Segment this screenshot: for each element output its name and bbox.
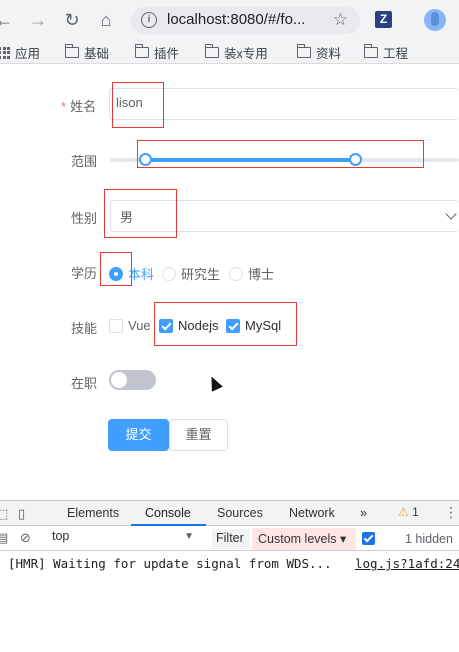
- address-bar[interactable]: i localhost:8080/#/fo... ☆: [131, 7, 360, 34]
- annotation-box-range: [137, 140, 424, 168]
- reset-button[interactable]: 重置: [169, 419, 228, 451]
- name-label: * 姓名: [61, 99, 97, 114]
- tab-network[interactable]: Network: [289, 506, 335, 520]
- radio-label: 研究生: [181, 267, 221, 282]
- submit-button[interactable]: 提交: [108, 419, 169, 451]
- bookmark-label: 应用: [15, 47, 41, 61]
- active-tab-indicator: [131, 524, 206, 526]
- context-value: top: [52, 529, 70, 543]
- employed-switch[interactable]: [109, 370, 156, 390]
- checkbox-vue[interactable]: Vue: [109, 318, 151, 333]
- device-toolbar-icon[interactable]: ▯: [18, 506, 25, 522]
- radio-dot: [109, 266, 123, 281]
- checkbox-box: [159, 318, 173, 333]
- console-message: [HMR] Waiting for update signal from WDS…: [8, 556, 332, 571]
- range-label: 范围: [71, 154, 98, 169]
- bookmark-label: 工程: [383, 47, 409, 61]
- bookmark-basics[interactable]: 基础: [64, 43, 110, 62]
- profile-avatar[interactable]: [424, 9, 446, 31]
- folder-icon: [134, 44, 149, 58]
- forward-arrow-icon[interactable]: →: [26, 8, 50, 32]
- filter-input[interactable]: Filter: [212, 529, 250, 549]
- tab-sources[interactable]: Sources: [217, 506, 263, 520]
- bookmark-label: 插件: [154, 47, 180, 61]
- checkbox-label: Vue: [128, 318, 151, 333]
- range-slider-handle-high[interactable]: [348, 153, 362, 166]
- browser-toolbar: ← → ↻ ⌂ i localhost:8080/#/fo... ☆ Z: [0, 0, 459, 40]
- log-levels-dropdown[interactable]: Custom levels ▾: [252, 528, 356, 550]
- chevron-down-icon: [445, 208, 457, 220]
- gender-label: 性别: [71, 211, 98, 226]
- radio-bachelor[interactable]: 本科: [109, 264, 154, 283]
- home-icon[interactable]: ⌂: [94, 8, 118, 32]
- bookmark-label: 装x专用: [224, 47, 268, 61]
- url-text[interactable]: localhost:8080/#/fo...: [167, 11, 305, 28]
- more-tabs-icon[interactable]: »: [360, 506, 367, 520]
- bookmarks-bar: 应用 基础 插件 装x专用 资料 工程: [0, 40, 459, 64]
- console-source-link[interactable]: log.js?1afd:24: [355, 556, 459, 571]
- bookmark-apps[interactable]: 应用: [0, 43, 40, 62]
- inspect-element-icon[interactable]: ⬚: [0, 506, 8, 522]
- folder-icon: [204, 44, 219, 58]
- radio-master[interactable]: 研究生: [162, 264, 220, 283]
- radio-doctor[interactable]: 博士: [229, 264, 274, 283]
- skills-label: 技能: [71, 321, 98, 336]
- checkbox-box: [109, 318, 123, 333]
- name-input[interactable]: lison: [109, 88, 459, 120]
- education-label: 学历: [71, 266, 98, 281]
- dropdown-arrow-icon: ▼: [184, 531, 194, 542]
- tab-elements[interactable]: Elements: [67, 506, 119, 520]
- range-slider-handle-low[interactable]: [138, 153, 152, 166]
- radio-dot: [162, 266, 176, 281]
- employed-label: 在职: [71, 376, 98, 391]
- folder-icon: [363, 44, 378, 58]
- radio-dot: [229, 266, 243, 281]
- radio-label: 本科: [128, 267, 155, 282]
- bookmark-materials[interactable]: 资料: [296, 43, 342, 62]
- warning-counter[interactable]: ⚠ 1: [398, 505, 419, 519]
- name-input-value: lison: [116, 95, 143, 110]
- bookmark-star-icon[interactable]: ☆: [333, 10, 348, 30]
- apps-grid-icon: [0, 46, 10, 59]
- gender-select[interactable]: 男: [110, 200, 459, 232]
- devtools-menu-icon[interactable]: ⋮: [444, 505, 458, 519]
- site-info-icon[interactable]: i: [141, 12, 157, 28]
- bookmark-zhuangx[interactable]: 装x专用: [204, 43, 268, 62]
- radio-label: 博士: [248, 267, 275, 282]
- bookmark-label: 资料: [316, 47, 342, 61]
- context-selector[interactable]: top ▼: [52, 529, 200, 549]
- folder-icon: [64, 44, 79, 58]
- checkbox-box: [226, 318, 240, 333]
- devtools-tab-bar: ⬚ ▯ Elements Console Sources Network »: [0, 500, 459, 526]
- tab-console[interactable]: Console: [145, 506, 191, 520]
- bookmark-projects[interactable]: 工程: [363, 43, 409, 62]
- bookmark-label: 基础: [84, 47, 110, 61]
- reload-icon[interactable]: ↻: [60, 8, 84, 32]
- bookmark-plugins[interactable]: 插件: [134, 43, 180, 62]
- sidebar-toggle-icon[interactable]: ▤: [0, 530, 8, 546]
- back-arrow-icon[interactable]: ←: [0, 8, 16, 32]
- checkbox-label: MySql: [245, 318, 282, 333]
- clear-console-icon[interactable]: ⊘: [20, 530, 31, 546]
- group-similar-checkbox[interactable]: [362, 532, 375, 545]
- hidden-messages-count: 1 hidden: [405, 532, 453, 546]
- warning-icon: ⚠: [398, 505, 409, 519]
- checkbox-label: Nodejs: [178, 318, 219, 333]
- mouse-cursor-icon: [206, 373, 223, 392]
- checkbox-nodejs[interactable]: Nodejs: [159, 318, 218, 333]
- checkbox-mysql[interactable]: MySql: [226, 318, 281, 333]
- gender-select-value: 男: [120, 210, 134, 225]
- range-slider-bar: [145, 158, 355, 162]
- folder-icon: [296, 44, 311, 58]
- extension-z-icon[interactable]: Z: [375, 11, 392, 28]
